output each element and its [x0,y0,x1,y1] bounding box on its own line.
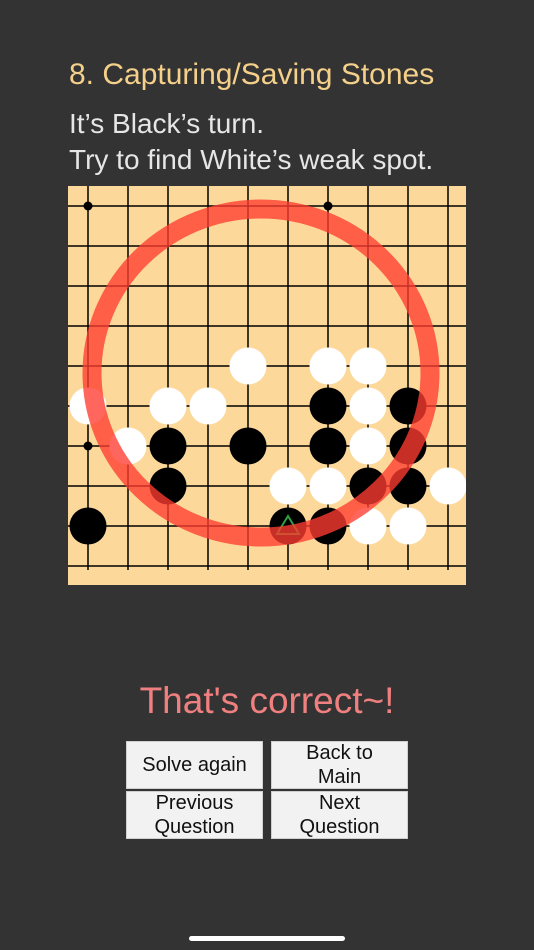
star-point [83,201,93,211]
go-board-svg[interactable] [68,186,466,585]
back-to-main-button[interactable]: Back to Main [271,741,408,789]
next-question-label: Next Question [299,792,380,838]
home-indicator[interactable] [189,936,345,941]
solve-again-button[interactable]: Solve again [126,741,263,789]
black-stone [309,387,347,425]
black-stone [229,427,267,465]
white-stone [149,387,187,425]
white-stone [189,387,227,425]
white-stone [269,467,307,505]
white-stone [429,467,466,505]
result-message: That's correct~! [139,680,395,721]
instruction-line-2: Try to find White’s weak spot. [69,144,434,175]
white-stone [389,507,427,545]
problem-title: 8. Capturing/Saving Stones [69,58,435,91]
instruction-line-1: It’s Black’s turn. [69,108,265,139]
star-point [83,441,93,451]
back-to-main-label: Back to Main [306,742,373,788]
star-point [323,201,333,211]
white-stone [309,347,347,385]
previous-question-label: Previous Question [154,792,235,838]
white-stone [229,347,267,385]
go-board[interactable] [68,186,466,585]
white-stone [349,347,387,385]
white-stone [309,467,347,505]
white-stone [349,387,387,425]
solve-again-label: Solve again [142,754,247,776]
black-stone [69,507,107,545]
black-stone [149,427,187,465]
previous-question-button[interactable]: Previous Question [126,791,263,839]
black-stone [309,427,347,465]
white-stone [349,427,387,465]
next-question-button[interactable]: Next Question [271,791,408,839]
